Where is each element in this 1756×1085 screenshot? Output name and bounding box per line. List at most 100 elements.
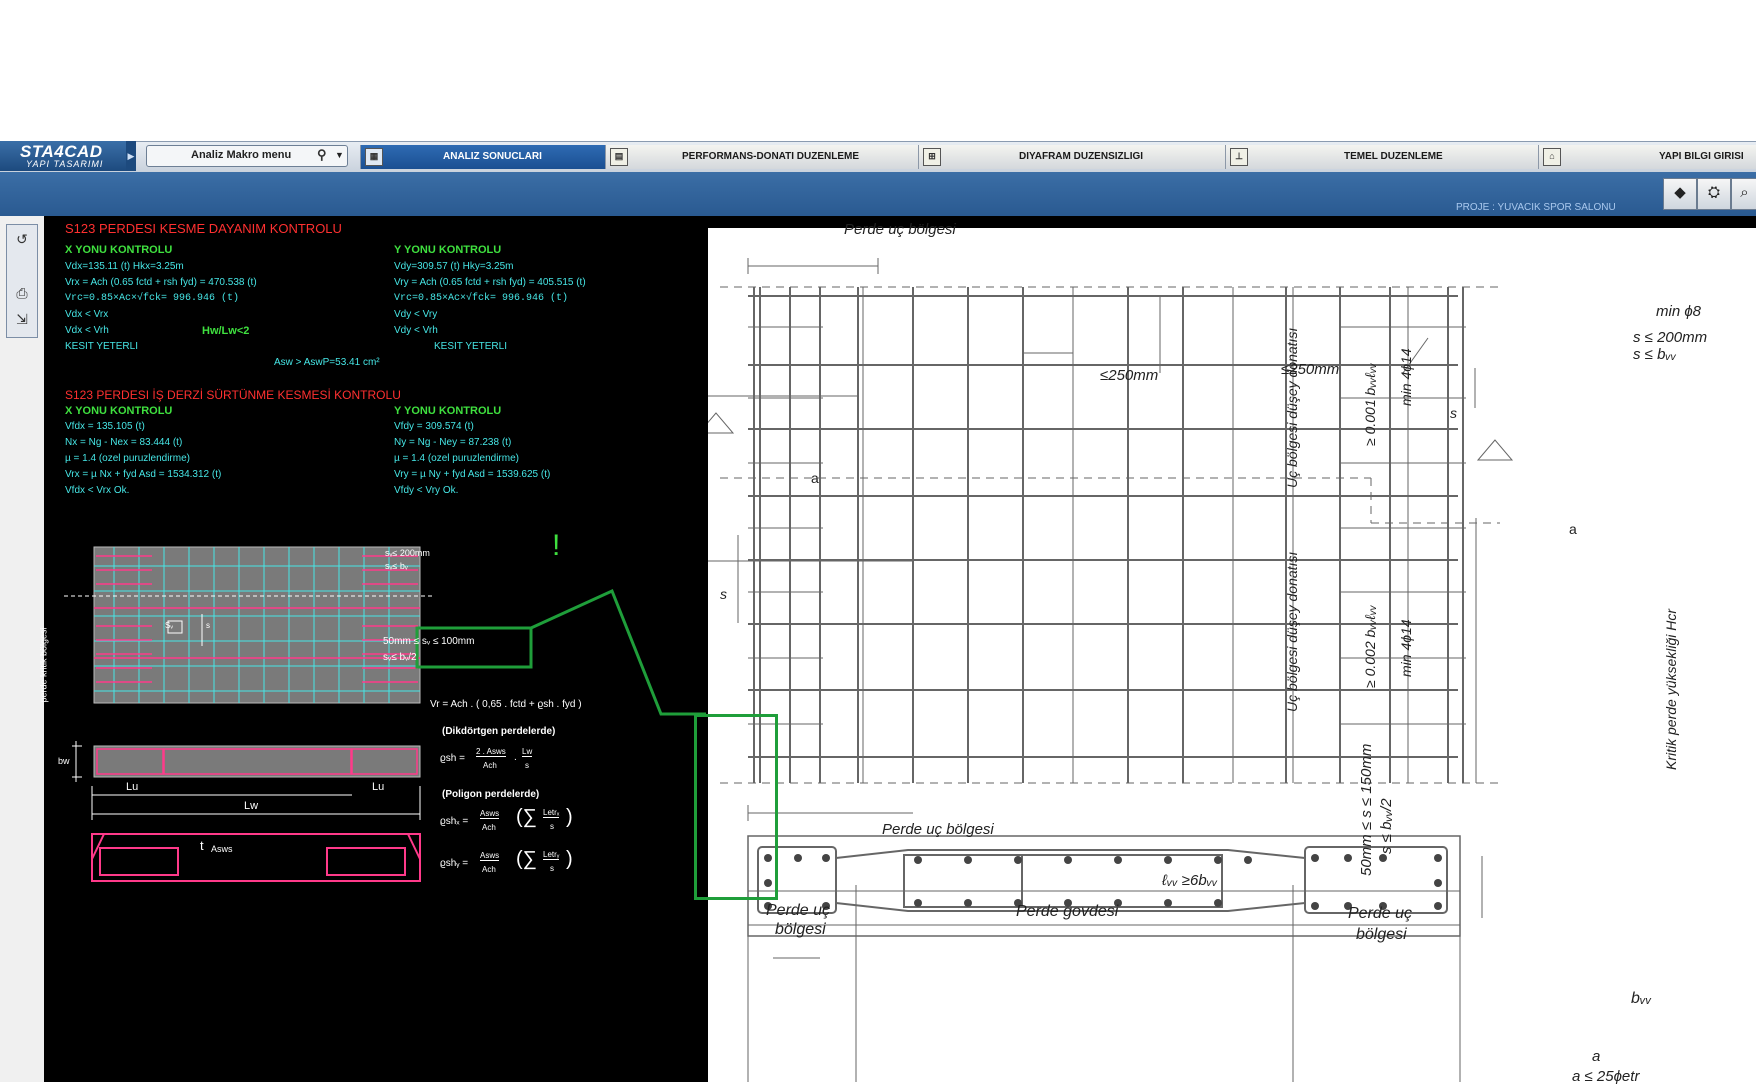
building-info-icon: ⌂ [1543, 148, 1561, 166]
sta4cad-logo: STA4CAD YAPI TASARIMI [0, 141, 126, 171]
lw-ge-6bw-label: ℓᵥᵥ ≥6bᵥᵥ [1162, 872, 1218, 889]
a-dimension-label: a [1592, 1048, 1601, 1065]
model-icon[interactable]: ⛭ [1697, 178, 1731, 210]
zoom-icon[interactable]: ⌕ [1731, 178, 1756, 210]
frac2-numerator: Lw [522, 747, 533, 757]
left-end-zone-a: Perde uç [766, 902, 831, 919]
sum-x-numerator: Letrₓ [543, 808, 560, 818]
reinforcement-drawing: Perde uç bölgesi min ϕ8 s ≤ 200mm s ≤ bᵥ… [708, 221, 1756, 1085]
sv-label: Sᵥ [165, 621, 173, 630]
export-icon[interactable]: ⇲ [11, 309, 33, 329]
sv-range: 50mm ≤ sᵥ ≤ 100mm [383, 636, 475, 647]
frac1-denominator: Ach [483, 761, 497, 770]
vertical-rebar-ratio-2: ≥ 0.002 bᵥᵥℓᵥᵥ [1362, 605, 1378, 688]
foundation-icon: ⊥ [1230, 148, 1248, 166]
s-left-label: s [720, 586, 727, 602]
left-tool-palette: ↺ ⎙ ⇲ [6, 224, 38, 338]
undo-icon[interactable]: ↺ [11, 229, 33, 249]
rotated-spacing-half-bw: s ≤ bᵥᵥ/2 [1378, 798, 1395, 854]
t-label: t [200, 838, 204, 853]
rho-rect: ϱsh = [440, 753, 465, 764]
diaphragm-icon: ⊞ [923, 148, 941, 166]
min-4phi14-label-1: min 4ϕ14 [1398, 348, 1414, 406]
spacing-250-label-a: ≤250mm [1100, 367, 1159, 384]
tab-label: ANALIZ SONUCLARI [443, 151, 542, 162]
sum-y-open: (∑ [516, 848, 537, 870]
tab-label: YAPI BILGI GIRISI [1659, 151, 1744, 162]
top-end-zone-label: Perde uç bölgesi [844, 221, 956, 238]
sum-y-numerator: Letrᵧ [543, 850, 560, 860]
min-phi8-label: min ϕ8 [1656, 303, 1702, 320]
frac1-numerator: 2 . Asws [476, 747, 506, 757]
polygon-wall-heading: (Poligon perdelerde) [442, 789, 540, 800]
frac2-denominator: s [525, 761, 529, 770]
exclamation-mark: ! [552, 529, 561, 562]
performance-icon: ▤ [610, 148, 628, 166]
vr-formula: Vr = Ach . ( 0,65 . fctd + ϱsh . fyd ) [430, 699, 582, 710]
tab-label: TEMEL DUZENLEME [1344, 151, 1443, 162]
lu-right-label: Lu [372, 781, 385, 793]
left-end-zone-b: bölgesi [775, 921, 826, 938]
tab-analiz-sonuclari[interactable]: ▦ ANALIZ SONUCLARI [360, 145, 606, 169]
rho-y: ϱshᵧ = [440, 858, 469, 869]
critical-zone-label: perde kritik bölgesi [38, 627, 49, 703]
navigate-icon[interactable]: ◆ [1663, 178, 1697, 210]
s-label: s [206, 621, 210, 630]
tab-performans-donati[interactable]: ▤ PERFORMANS-DONATI DUZENLEME [605, 145, 918, 169]
sum-x-open: (∑ [516, 806, 537, 828]
section-a-right: a [1569, 521, 1577, 537]
lw-label: Lw [244, 800, 259, 812]
section-bw-label: bᵥᵥ [1631, 990, 1652, 1007]
fracy-denominator: Ach [482, 865, 496, 874]
s-le-200-label: s ≤ 200mm [1633, 329, 1708, 346]
rho-x: ϱshₓ = [440, 816, 469, 827]
min-4phi14-label-2: min 4ϕ14 [1398, 619, 1414, 677]
tab-label: DIYAFRAM DUZENSIZLIGI [1019, 151, 1144, 162]
asws-label: Asws [211, 844, 233, 854]
vertical-rebar-ratio-1: ≥ 0.001 bᵥᵥℓᵥᵥ [1362, 363, 1378, 446]
print-icon[interactable]: ⎙ [11, 283, 33, 303]
lu-left-label: Lu [126, 781, 139, 793]
macro-menu-label: Analiz Makro menu [191, 149, 292, 161]
vertical-rebar-label-2: Uç bölgesi düşey donatısı [1284, 551, 1300, 712]
spacing-highlight-box [694, 714, 778, 900]
section-a-left: a [811, 470, 819, 486]
vertical-rebar-label-1: Uç bölgesi düşey donatısı [1284, 327, 1300, 488]
search-icon[interactable]: ⚲ [317, 147, 327, 163]
right-end-zone-a: Perde uç [1348, 905, 1413, 922]
dot: . [514, 752, 517, 763]
bw-label: bw [58, 756, 70, 766]
fracx-denominator: Ach [482, 823, 496, 832]
report-panel: S123 PERDESI KESME DAYANIM KONTROLU X YO… [39, 216, 708, 1082]
tab-diyafram-duzensizligi[interactable]: ⊞ DIYAFRAM DUZENSIZLIGI [918, 145, 1225, 169]
sum-y-close: ) [566, 848, 573, 870]
sum-x-denominator: s [550, 822, 554, 831]
sv-limit-2: sᵥ≤ bᵥ [385, 561, 408, 571]
rect-wall-heading: (Dikdörtgen perdelerde) [442, 726, 556, 737]
wall-body-label: Perde govdesi [1016, 903, 1119, 920]
tab-label: PERFORMANS-DONATI DUZENLEME [682, 151, 860, 162]
fracx-numerator: Asws [480, 809, 500, 819]
s-right-label: s [1450, 405, 1457, 421]
tab-yapi-bilgi-girisi[interactable]: ⌂ YAPI BILGI GIRISI [1538, 145, 1756, 169]
tab-temel-duzenleme[interactable]: ⊥ TEMEL DUZENLEME [1225, 145, 1538, 169]
table-icon: ▦ [365, 148, 383, 166]
logo-subtitle: YAPI TASARIMI [26, 159, 104, 169]
macro-menu-dropdown[interactable]: Analiz Makro menu ⚲ ▼ [146, 145, 348, 167]
bottom-end-zone-label: Perde uç bölgesi [882, 821, 994, 838]
fracy-numerator: Asws [480, 851, 500, 861]
sum-x-close: ) [566, 806, 573, 828]
a-le-25phi-label: a ≤ 25ϕetr [1572, 1068, 1640, 1085]
right-end-zone-b: bölgesi [1356, 926, 1407, 943]
rebar-detail-svg [708, 258, 1514, 1082]
critical-height-label: Kritik perde yüksekliği Hcr [1663, 608, 1679, 770]
sv-half-bw: sᵥ≤ bᵥ/2 [383, 652, 417, 663]
logo-expand-arrow-icon[interactable]: ▶ [126, 141, 136, 171]
project-name: PROJE : YUVACIK SPOR SALONU [1456, 202, 1616, 213]
sum-y-denominator: s [550, 864, 554, 873]
chevron-down-icon[interactable]: ▼ [335, 150, 344, 160]
sv-limit-1: sᵥ≤ 200mm [385, 548, 430, 558]
s-le-bw-label: s ≤ bᵥᵥ [1633, 346, 1677, 363]
rotated-spacing-range: 50mm ≤ s ≤ 150mm [1358, 743, 1375, 876]
wall-sketch [64, 546, 706, 882]
